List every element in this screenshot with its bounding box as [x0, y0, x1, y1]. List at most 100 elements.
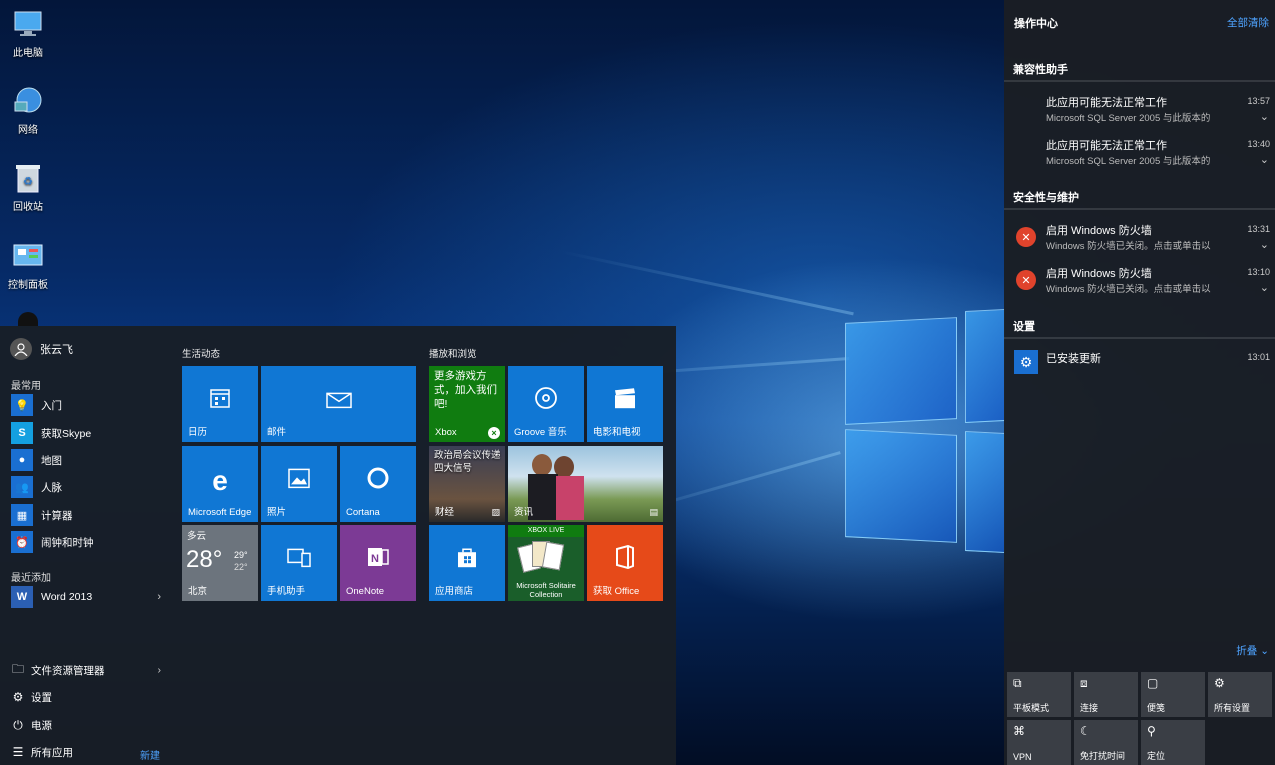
music-disc-icon: [508, 386, 584, 416]
tile-label: 获取 Office: [593, 586, 640, 597]
tile-label: 电影和电视: [593, 427, 641, 438]
start-left-column: 张云飞 最常用 💡 入门 S 获取Skype ● 地图 👥 人脉 ▦ 计算器 ⏰…: [0, 326, 168, 765]
desktop-icon-label: 此电脑: [13, 48, 43, 59]
tile-label: 照片: [267, 507, 287, 518]
notification-title: 此应用可能无法正常工作: [1046, 97, 1167, 109]
weather-city: 北京: [188, 586, 208, 597]
tile-photos[interactable]: 照片: [261, 446, 337, 522]
power-button[interactable]: ⏻ 电源: [11, 714, 161, 736]
tile-weather[interactable]: 多云 28° 29° 22° 北京: [182, 525, 258, 601]
recently-added-label: 最近添加: [11, 573, 51, 584]
app-item-skype[interactable]: S 获取Skype: [11, 422, 161, 444]
notification-firewall-2[interactable]: ✕ 启用 Windows 防火墙 Windows 防火墙已关闭。点击或单击以 1…: [1004, 263, 1275, 305]
tile-mail[interactable]: 邮件: [261, 366, 416, 442]
word-icon: W: [11, 586, 33, 608]
all-apps-button[interactable]: ☰ 所有应用: [11, 741, 161, 763]
tile-edge[interactable]: e Microsoft Edge: [182, 446, 258, 522]
quick-action-quiet-hours[interactable]: ☾ 免打扰时间: [1074, 720, 1138, 765]
divider: [1004, 80, 1275, 82]
tile-label: Groove 音乐: [514, 427, 567, 438]
desktop-icon-control-panel[interactable]: 控制面板: [4, 240, 52, 291]
system-label: 文件资源管理器: [31, 664, 105, 677]
tile-cortana[interactable]: Cortana: [340, 446, 416, 522]
chevron-down-icon[interactable]: ⌄: [1260, 153, 1269, 166]
tile-onenote[interactable]: N OneNote: [340, 525, 416, 601]
connect-icon: ⧈: [1080, 676, 1088, 690]
collapse-label: 折叠: [1236, 645, 1258, 657]
tablet-mode-icon: ⧉: [1013, 676, 1022, 690]
tile-xbox[interactable]: 更多游戏方式，加入我们吧! Xbox ×: [429, 366, 505, 442]
note-icon: ▢: [1147, 676, 1159, 690]
notification-updates-installed[interactable]: ⚙ 已安装更新 13:01: [1004, 348, 1275, 390]
system-label: 电源: [31, 719, 52, 732]
xbox-live-badge: XBOX LIVE: [508, 525, 584, 537]
app-item-maps[interactable]: ● 地图: [11, 449, 161, 471]
svg-text:N: N: [371, 553, 379, 565]
app-label: 入门: [41, 399, 62, 412]
tile-store[interactable]: 应用商店: [429, 525, 505, 601]
notification-firewall-1[interactable]: ✕ 启用 Windows 防火墙 Windows 防火墙已关闭。点击或单击以 1…: [1004, 220, 1275, 262]
quick-action-tablet-mode[interactable]: ⧉ 平板模式: [1007, 672, 1071, 717]
quick-action-label: 连接: [1080, 703, 1099, 713]
chevron-down-icon[interactable]: ⌄: [1260, 281, 1269, 294]
app-item-people[interactable]: 👥 人脉: [11, 476, 161, 498]
chevron-down-icon[interactable]: ⌄: [1260, 110, 1269, 123]
new-badge: 新建: [140, 751, 160, 762]
tile-solitaire[interactable]: XBOX LIVE Microsoft Solitaire Collection: [508, 525, 584, 601]
app-item-alarms[interactable]: ⏰ 闹钟和时钟: [11, 531, 161, 553]
office-icon: [587, 544, 663, 575]
tile-label: 手机助手: [267, 586, 306, 597]
desktop-icon-network[interactable]: 网络: [4, 85, 52, 136]
weather-temperature: 28°: [186, 546, 223, 573]
tile-label: 财经: [435, 507, 455, 518]
onenote-icon: N: [340, 545, 416, 575]
app-item-word-2013[interactable]: W Word 2013 ›: [11, 586, 161, 608]
desktop-icon-this-pc[interactable]: 此电脑: [4, 8, 52, 59]
tile-phone-companion[interactable]: 手机助手: [261, 525, 337, 601]
chevron-right-icon[interactable]: ›: [157, 591, 161, 603]
quick-action-note[interactable]: ▢ 便笺: [1141, 672, 1205, 717]
group-security-maintenance[interactable]: 安全性与维护: [1013, 189, 1079, 205]
group-compat-assistant[interactable]: 兼容性助手: [1013, 61, 1068, 77]
calendar-icon: [182, 386, 258, 416]
group-settings[interactable]: 设置: [1013, 318, 1035, 334]
people-icon: 👥: [11, 476, 33, 498]
divider: [1004, 208, 1275, 210]
tile-finance[interactable]: 政治局会议传递四大信号 财经 ▨: [429, 446, 505, 522]
settings-button[interactable]: ⚙ 设置: [11, 686, 161, 708]
tile-movies-tv[interactable]: 电影和电视: [587, 366, 663, 442]
quick-action-location[interactable]: ⚲ 定位: [1141, 720, 1205, 765]
svg-text:♻: ♻: [23, 176, 33, 188]
qq-icon[interactable]: [18, 312, 38, 326]
app-item-calculator[interactable]: ▦ 计算器: [11, 504, 161, 526]
clear-all-button[interactable]: 全部清除: [1227, 15, 1269, 30]
file-explorer-button[interactable]: 🗀 文件资源管理器 ›: [11, 659, 161, 681]
quick-action-connect[interactable]: ⧈ 连接: [1074, 672, 1138, 717]
chevron-right-icon[interactable]: ›: [158, 664, 162, 676]
quick-action-label: 便笺: [1147, 703, 1166, 713]
notification-compat-2[interactable]: 此应用可能无法正常工作 Microsoft SQL Server 2005 与此…: [1004, 135, 1275, 177]
quick-action-label: 免打扰时间: [1080, 751, 1126, 761]
notification-time: 13:57: [1247, 96, 1270, 106]
chart-icon: ▨: [491, 507, 500, 517]
app-label: Word 2013: [41, 591, 93, 603]
tile-calendar[interactable]: 日历: [182, 366, 258, 442]
collapse-button[interactable]: 折叠 ⌄: [1236, 643, 1269, 658]
user-account[interactable]: 张云飞: [10, 338, 73, 360]
notification-compat-1[interactable]: 此应用可能无法正常工作 Microsoft SQL Server 2005 与此…: [1004, 92, 1275, 134]
weather-condition: 多云: [187, 531, 207, 542]
tile-groove-music[interactable]: Groove 音乐: [508, 366, 584, 442]
divider: [1004, 337, 1275, 339]
tile-get-office[interactable]: 获取 Office: [587, 525, 663, 601]
notification-time: 13:01: [1247, 352, 1270, 362]
tile-label: 日历: [188, 427, 208, 438]
notification-body: Microsoft SQL Server 2005 与此版本的: [1046, 156, 1211, 167]
quick-action-all-settings[interactable]: ⚙ 所有设置: [1208, 672, 1272, 717]
tile-news[interactable]: 资讯 ▤: [508, 446, 663, 522]
desktop-icon-recycle-bin[interactable]: ♻ 回收站: [4, 162, 52, 213]
system-label: 所有应用: [31, 746, 73, 759]
gear-icon: ⚙: [1214, 676, 1225, 690]
app-item-get-started[interactable]: 💡 入门: [11, 394, 161, 416]
quick-action-vpn[interactable]: ⌘ VPN: [1007, 720, 1071, 765]
chevron-down-icon[interactable]: ⌄: [1260, 238, 1269, 251]
